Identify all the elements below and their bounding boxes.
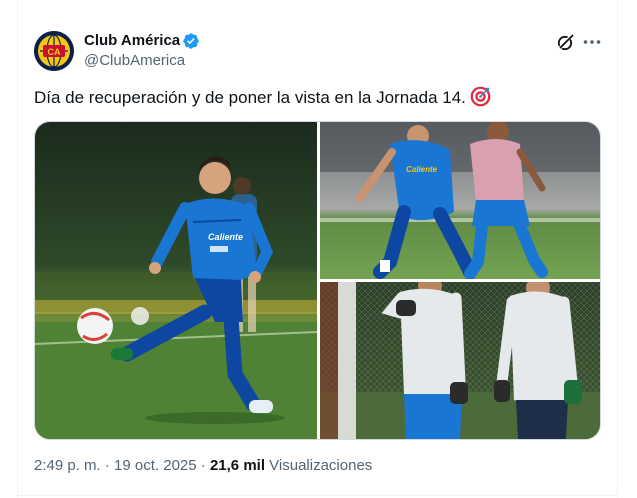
timeline-border-left: [17, 0, 18, 498]
author-avatar[interactable]: CA: [34, 31, 74, 71]
author-handle[interactable]: @ClubAmerica: [84, 51, 185, 71]
shirt-sponsor-text: Caliente: [208, 232, 243, 242]
verified-badge-icon: [183, 33, 199, 49]
views-count: 21,6 mil: [209, 457, 265, 474]
target-emoji-icon: [470, 86, 491, 107]
photo-goalkeepers[interactable]: [320, 282, 600, 439]
tweet-text-body: Día de recuperación y de poner la vista …: [34, 88, 466, 107]
more-options-icon[interactable]: [581, 32, 603, 52]
shirt-sponsor-text-2: Caliente: [406, 165, 438, 174]
avatar-crest-letters: CA: [48, 47, 61, 57]
views-label: Visualizaciones: [269, 457, 373, 474]
club-america-crest-icon: CA: [34, 31, 74, 71]
timeline-border-right: [617, 0, 618, 498]
meta-separator: ·: [196, 457, 210, 474]
players-training-photo-icon: Caliente: [320, 122, 600, 279]
grok-icon[interactable]: [556, 32, 576, 52]
player-kicking-ball-photo-icon: Caliente: [35, 122, 317, 439]
tweet-meta: 2:49 p. m. · 19 oct. 2025 · 21,6 mil Vis…: [34, 456, 372, 476]
media-grid: Caliente Caliente: [34, 121, 601, 440]
author-display-name[interactable]: Club América: [84, 31, 180, 51]
tweet-text: Día de recuperación y de poner la vista …: [34, 86, 491, 110]
tweet-divider: [17, 495, 618, 496]
goalkeepers-photo-icon: [320, 282, 600, 439]
tweet-timestamp[interactable]: 2:49 p. m. · 19 oct. 2025: [34, 457, 197, 474]
photo-player-kicking-ball[interactable]: Caliente: [35, 122, 317, 439]
photo-players-training[interactable]: Caliente: [320, 122, 600, 279]
